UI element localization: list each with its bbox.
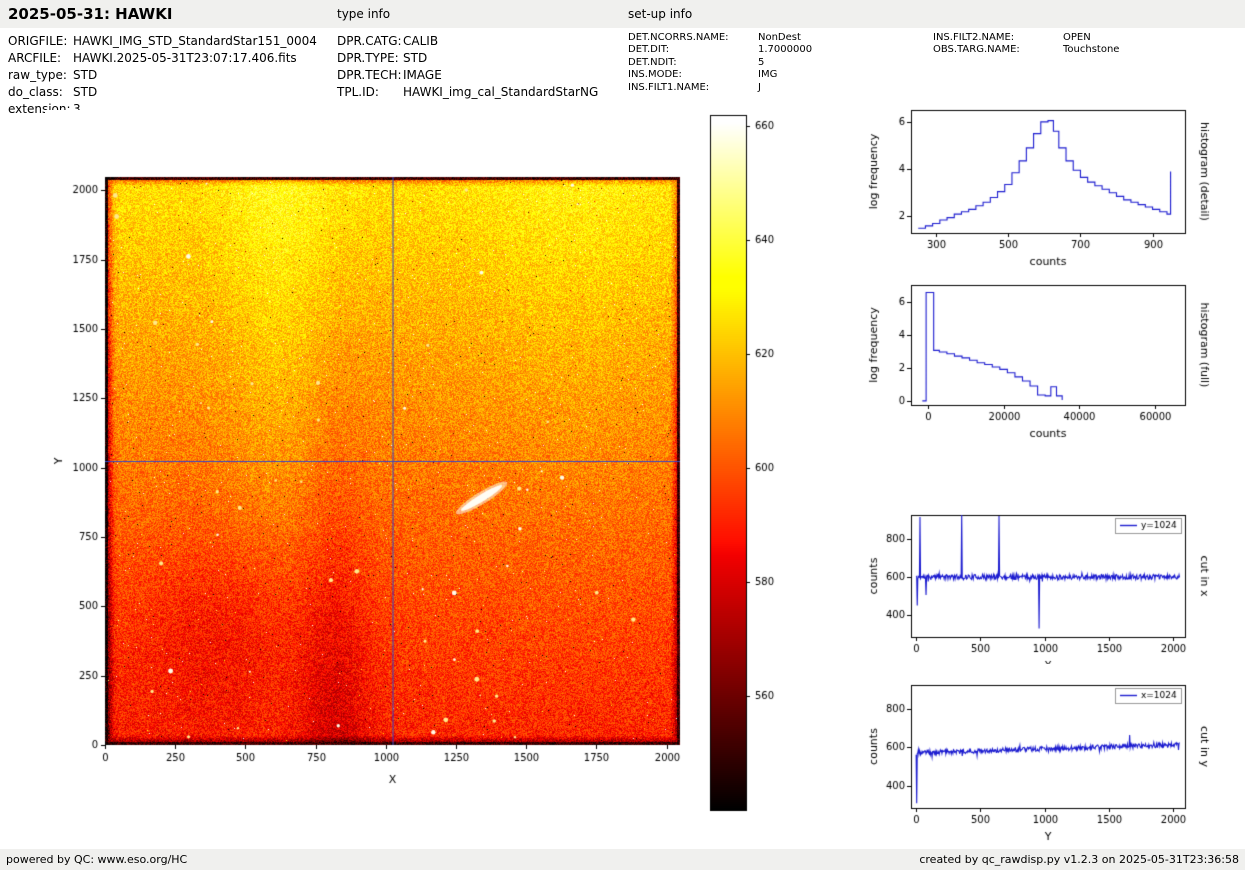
page-title: 2025-05-31: HAWKI [8,5,172,23]
meta-row: DET.DIT:1.7000000 [628,44,812,56]
meta-value: OPEN [1063,32,1091,44]
meta-row: DPR.TYPE:STD [337,50,598,67]
footer-right-text: created by qc_rawdisp.py v1.2.3 on 2025-… [919,853,1239,866]
meta-label: ARCFILE: [8,50,73,67]
meta-row: INS.FILT1.NAME:J [628,82,812,94]
type-info-block: DPR.CATG:CALIBDPR.TYPE:STDDPR.TECH:IMAGE… [337,33,598,101]
meta-value: 5 [758,57,764,69]
meta-value: HAWKI_img_cal_StandardStarNG [403,84,598,101]
meta-label: DPR.CATG: [337,33,403,50]
meta-row: DPR.TECH:IMAGE [337,67,598,84]
setup-info-header: set-up info [628,7,692,21]
meta-value: Touchstone [1063,44,1119,56]
meta-row: TPL.ID:HAWKI_img_cal_StandardStarNG [337,84,598,101]
meta-row: DPR.CATG:CALIB [337,33,598,50]
meta-label: raw_type: [8,67,73,84]
meta-value: STD [73,84,97,101]
meta-value: 1.7000000 [758,44,812,56]
setup-info-block: DET.NCORRS.NAME:NonDestDET.DIT:1.7000000… [628,32,812,94]
meta-row: DET.NDIT:5 [628,57,812,69]
meta-label: do_class: [8,84,73,101]
meta-value: NonDest [758,32,801,44]
meta-label: INS.FILT1.NAME: [628,82,758,94]
histogram-detail-canvas [860,92,1245,270]
header-bar: 2025-05-31: HAWKI type info set-up info [0,0,1245,28]
file-info-block: ORIGFILE:HAWKI_IMG_STD_StandardStar151_0… [8,33,317,118]
meta-row: raw_type:STD [8,67,317,84]
meta-value: HAWKI_IMG_STD_StandardStar151_0004 [73,33,317,50]
meta-value: J [758,82,761,94]
meta-label: DPR.TYPE: [337,50,403,67]
meta-value: CALIB [403,33,438,50]
meta-label: INS.FILT2.NAME: [933,32,1063,44]
meta-value: IMAGE [403,67,442,84]
histogram-full-canvas [860,268,1245,448]
meta-value: IMG [758,69,777,81]
meta-label: DET.DIT: [628,44,758,56]
type-info-header: type info [337,7,390,21]
cut-in-y-canvas [860,664,1245,846]
meta-label: DET.NCORRS.NAME: [628,32,758,44]
meta-label: DET.NDIT: [628,57,758,69]
meta-row: OBS.TARG.NAME:Touchstone [933,44,1119,56]
meta-value: HAWKI.2025-05-31T23:07:17.406.fits [73,50,297,67]
cut-in-x-canvas [860,497,1245,679]
meta-row: INS.FILT2.NAME:OPEN [933,32,1119,44]
setup-info2-block: INS.FILT2.NAME:OPENOBS.TARG.NAME:Touchst… [933,32,1119,57]
meta-label: TPL.ID: [337,84,403,101]
meta-label: OBS.TARG.NAME: [933,44,1063,56]
meta-label: INS.MODE: [628,69,758,81]
meta-label: ORIGFILE: [8,33,73,50]
footer-bar: powered by QC: www.eso.org/HC created by… [0,849,1245,870]
meta-row: ARCFILE:HAWKI.2025-05-31T23:07:17.406.fi… [8,50,317,67]
colorbar-canvas [698,110,808,820]
meta-label: DPR.TECH: [337,67,403,84]
meta-value: STD [73,67,97,84]
meta-value: STD [403,50,427,67]
meta-row: do_class:STD [8,84,317,101]
raw-detector-image-canvas [45,110,695,810]
meta-row: DET.NCORRS.NAME:NonDest [628,32,812,44]
footer-left-text: powered by QC: www.eso.org/HC [6,853,187,866]
meta-row: INS.MODE:IMG [628,69,812,81]
meta-row: ORIGFILE:HAWKI_IMG_STD_StandardStar151_0… [8,33,317,50]
